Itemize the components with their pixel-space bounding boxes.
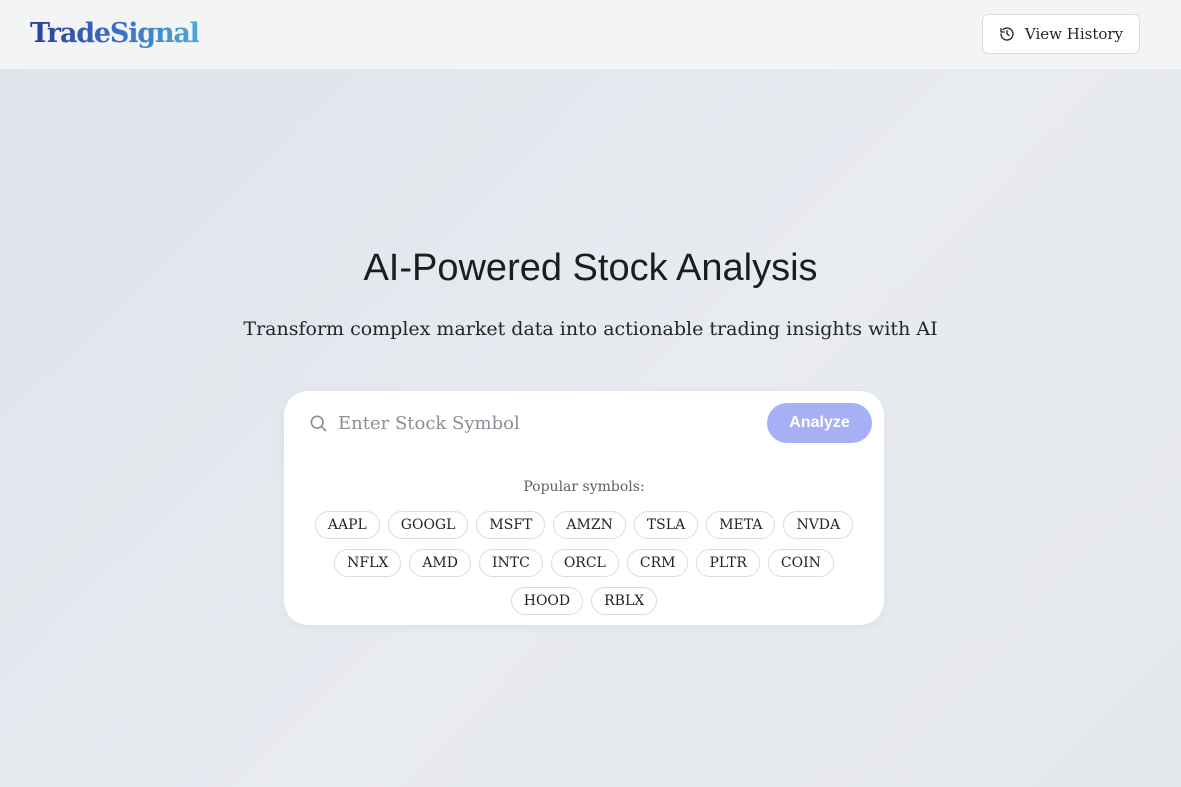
view-history-button[interactable]: View History <box>982 14 1140 54</box>
history-icon <box>1000 27 1014 41</box>
symbol-chip[interactable]: NFLX <box>334 549 402 577</box>
symbol-chip[interactable]: ORCL <box>550 549 619 577</box>
popular-symbols-list: AAPL GOOGL MSFT AMZN TSLA META NVDA NFLX… <box>302 511 866 615</box>
search-icon <box>310 415 327 432</box>
symbol-chip[interactable]: AMZN <box>553 511 626 539</box>
logo[interactable]: TradeSignal <box>30 17 200 51</box>
popular-symbols-label: Popular symbols: <box>523 479 645 495</box>
search-card: Analyze Popular symbols: AAPL GOOGL MSFT… <box>284 391 884 625</box>
symbol-chip[interactable]: TSLA <box>633 511 699 539</box>
analyze-button[interactable]: Analyze <box>767 403 872 443</box>
symbol-chip[interactable]: INTC <box>478 549 543 577</box>
symbol-chip[interactable]: PLTR <box>696 549 760 577</box>
symbol-chip[interactable]: AMD <box>409 549 471 577</box>
symbol-chip[interactable]: GOOGL <box>387 511 469 539</box>
symbol-chip[interactable]: HOOD <box>510 587 584 615</box>
symbol-chip[interactable]: RBLX <box>591 587 658 615</box>
page-subtitle: Transform complex market data into actio… <box>243 318 938 340</box>
stock-symbol-input[interactable] <box>338 407 758 439</box>
symbol-chip[interactable]: MSFT <box>476 511 546 539</box>
symbol-chip[interactable]: AAPL <box>314 511 380 539</box>
top-navbar: TradeSignal View History <box>0 0 1181 70</box>
symbol-chip[interactable]: META <box>706 511 776 539</box>
symbol-chip[interactable]: COIN <box>767 549 834 577</box>
page-title: AI-Powered Stock Analysis <box>363 247 818 289</box>
view-history-label: View History <box>1024 25 1124 43</box>
symbol-chip[interactable]: CRM <box>626 549 689 577</box>
symbol-chip[interactable]: NVDA <box>783 511 854 539</box>
